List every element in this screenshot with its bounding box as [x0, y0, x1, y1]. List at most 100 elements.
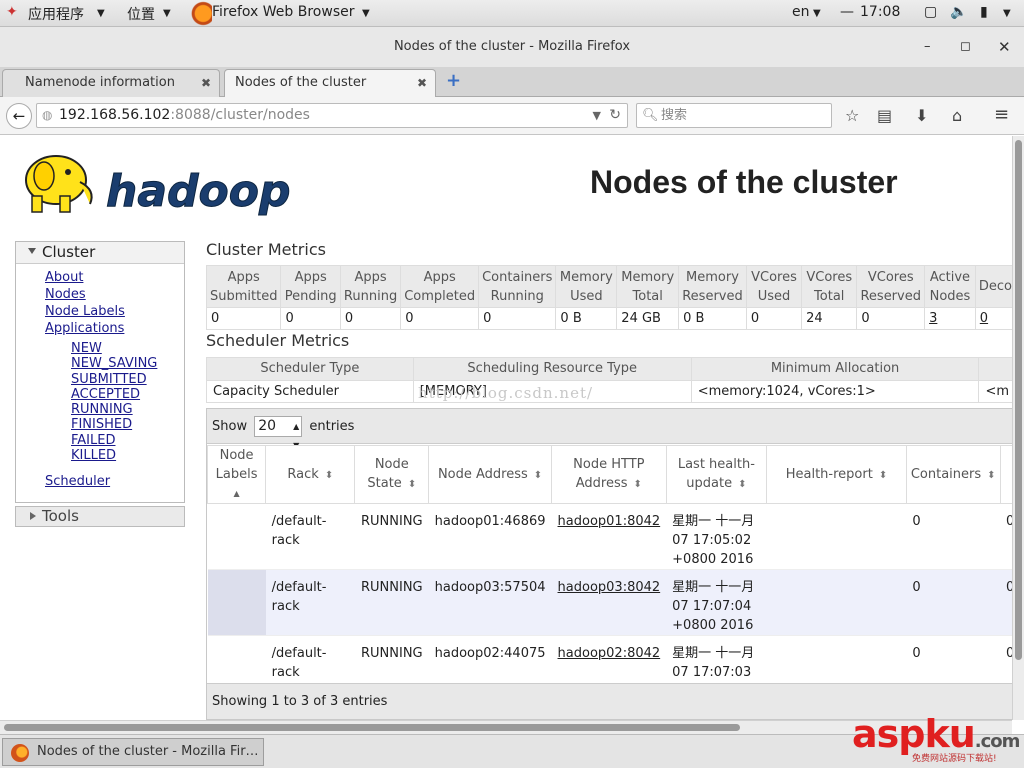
cm-value-11: 3 [924, 307, 976, 330]
places-menu[interactable]: 位置 [127, 4, 155, 24]
cluster-metrics-title: Cluster Metrics [206, 240, 326, 259]
nodes-header-5[interactable]: Last health-update ⬍ [665, 445, 768, 504]
language-indicator[interactable]: en [792, 4, 810, 20]
header-line1: Node HTTP [573, 457, 645, 472]
sidebar-item-about[interactable]: About [16, 269, 184, 286]
nodes-header-6[interactable]: Health-report ⬍ [766, 445, 907, 504]
csdn-watermark: http://blog.csdn.net/ [418, 384, 594, 402]
sidebar-app-new-saving[interactable]: NEW_SAVING [16, 356, 184, 371]
active-nodes-link[interactable]: 3 [929, 311, 937, 326]
home-icon[interactable]: ⌂ [952, 106, 962, 125]
nodes-header-3[interactable]: Node Address ⬍ [428, 445, 553, 504]
close-icon[interactable]: ✖ [417, 70, 427, 96]
url-path: :8088/cluster/nodes [170, 107, 310, 123]
active-app-menu[interactable]: Firefox Web Browser [212, 4, 355, 20]
sort-icon[interactable]: ⬍ [408, 479, 416, 490]
cm-header-line1: VCores [806, 269, 853, 285]
nodes-header-4[interactable]: Node HTTP Address ⬍ [551, 445, 667, 504]
reload-icon[interactable]: ↻ [609, 104, 621, 127]
chevron-down-icon[interactable]: ▼ [593, 104, 601, 127]
nodes-header-0[interactable]: Node Labels ▲ [206, 445, 267, 504]
sidebar-app-submitted[interactable]: SUBMITTED [16, 372, 184, 387]
clock[interactable]: 17:08 [860, 4, 900, 20]
sort-icon[interactable]: ⬍ [325, 470, 333, 481]
entries-select[interactable]: 20▲▼ [254, 416, 303, 450]
header-line1: Node [374, 457, 409, 472]
back-arrow-icon[interactable]: ← [6, 103, 32, 129]
sidebar-item-nodes[interactable]: Nodes [16, 286, 184, 303]
health-update-line: 07 17:07:03 [672, 665, 752, 680]
cm-header-line1: Deco [978, 279, 1012, 294]
sort-icon[interactable]: ⬍ [987, 470, 995, 481]
bookmark-star-icon[interactable]: ☆ [845, 106, 859, 125]
health-update-line: 星期一 十一月 [672, 580, 755, 595]
sidebar-app-finished[interactable]: FINISHED [16, 417, 184, 432]
sort-icon[interactable]: ⬍ [879, 470, 887, 481]
close-icon[interactable]: ✖ [201, 70, 211, 96]
bookmarks-menu-icon[interactable]: ▤ [877, 106, 892, 125]
nodes-header-7[interactable]: Containers ⬍ [905, 445, 1001, 504]
tab-strip: Namenode information ✖ Nodes of the clus… [0, 67, 1024, 98]
node-http-link[interactable]: hadoop03:8042 [558, 580, 661, 595]
chevron-down-icon: ▼ [97, 8, 105, 19]
new-tab-icon[interactable]: + [446, 70, 461, 91]
menu-icon[interactable]: ≡ [994, 104, 1009, 125]
header-label: Node State [367, 457, 408, 491]
scrollbar-thumb[interactable] [4, 724, 740, 731]
expand-triangle-icon [28, 248, 36, 254]
scheduler-metrics-title: Scheduler Metrics [206, 331, 350, 350]
apps-menu[interactable]: 应用程序 [28, 4, 84, 24]
nodes-header-1[interactable]: Rack ⬍ [265, 445, 356, 504]
sidebar-app-new[interactable]: NEW [16, 341, 184, 356]
url-bar[interactable]: ◍ 192.168.56.102:8088/cluster/nodes ▼ ↻ [36, 103, 628, 128]
cm-value-3: 0 [400, 307, 480, 330]
sidebar-item-scheduler[interactable]: Scheduler [16, 473, 184, 490]
cm-header-line1: Memory [621, 269, 675, 285]
volume-icon[interactable]: 🔈 [950, 4, 967, 20]
chevron-down-icon: ▼ [362, 8, 370, 19]
cm-value-7: 0 B [678, 307, 747, 330]
sidebar-item-node-labels[interactable]: Node Labels [16, 303, 184, 320]
cm-header-2: Apps Running [339, 265, 402, 308]
search-input[interactable]: 🔍︎ 搜索 [636, 103, 832, 128]
sidebar-app-running[interactable]: RUNNING [16, 402, 184, 417]
logo-text: hadoop [106, 166, 290, 217]
sort-icon[interactable]: ⬍ [534, 470, 542, 481]
maximize-icon[interactable]: ◻ [960, 27, 971, 67]
battery-icon[interactable]: ▮ [980, 4, 988, 20]
taskbar-window-button[interactable]: Nodes of the cluster - Mozilla Fir… [2, 738, 264, 766]
cm-value-10: 0 [856, 307, 926, 330]
sidebar-item-applications[interactable]: Applications [16, 320, 184, 337]
watermark-brand: aspku [852, 712, 976, 756]
nodes-header-2[interactable]: Node State ⬍ [354, 445, 430, 504]
cm-header-line2: Pending [284, 288, 337, 304]
nodes-header-8[interactable] [999, 445, 1012, 504]
sort-ascending-icon[interactable]: ▲ [212, 484, 261, 503]
minimize-icon[interactable]: – [924, 27, 931, 67]
tab-namenode-information[interactable]: Namenode information ✖ [2, 69, 220, 97]
decommissioned-nodes-link[interactable]: 0 [980, 311, 988, 326]
cell-node-http-address: hadoop03:8042 [551, 569, 667, 636]
download-icon[interactable]: ⬇ [915, 106, 928, 125]
sidebar-app-killed[interactable]: KILLED [16, 448, 184, 463]
cm-header-line1: Apps [354, 269, 387, 285]
cell-node-http-address: hadoop01:8042 [551, 503, 667, 570]
sidebar-cluster-header[interactable]: Cluster [16, 242, 184, 264]
cm-header-1: Apps Pending [280, 265, 341, 308]
cm-header-11: Active Nodes [924, 265, 976, 308]
chevron-down-icon[interactable]: ▼ [1003, 8, 1011, 19]
cm-header-line2: Total [632, 288, 663, 304]
cell-node-labels [207, 503, 266, 570]
node-http-link[interactable]: hadoop01:8042 [558, 514, 661, 529]
window-icon[interactable]: ▢ [924, 4, 937, 20]
sidebar-tools-header[interactable]: Tools [15, 506, 185, 527]
vertical-scrollbar[interactable] [1012, 136, 1024, 720]
node-http-link[interactable]: hadoop02:8042 [558, 646, 661, 661]
scrollbar-thumb[interactable] [1015, 140, 1022, 660]
sidebar-app-failed[interactable]: FAILED [16, 433, 184, 448]
sort-icon[interactable]: ⬍ [738, 479, 746, 490]
sidebar-app-accepted[interactable]: ACCEPTED [16, 387, 184, 402]
tab-nodes-of-the-cluster[interactable]: Nodes of the cluster ✖ [224, 69, 436, 98]
close-icon[interactable]: ✕ [998, 27, 1011, 67]
sort-icon[interactable]: ⬍ [634, 479, 642, 490]
